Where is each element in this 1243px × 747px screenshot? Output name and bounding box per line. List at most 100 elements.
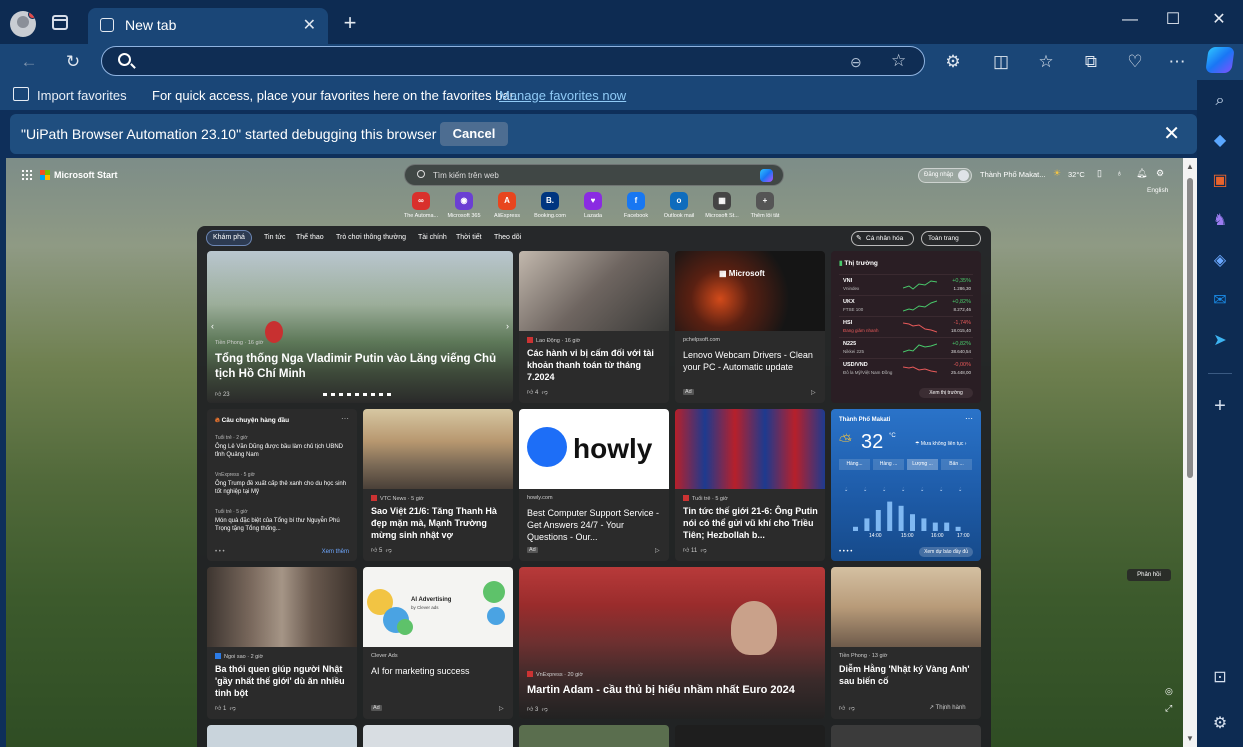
weather-tab[interactable]: Bản ...	[941, 459, 972, 470]
news-card[interactable]: Lao Động · 16 giờ Các hành vi bị cấm đối…	[519, 251, 669, 403]
market-row[interactable]: VNI Vnindex +0,35% 1.286,30	[839, 274, 973, 294]
page-settings-icon[interactable]: ⚙	[1156, 168, 1164, 179]
address-bar[interactable]: ⊖ ☆	[101, 46, 925, 76]
quick-link[interactable]: ◉ Microsoft 365	[441, 192, 487, 219]
see-markets-button[interactable]: Xem thị trường	[919, 388, 973, 398]
cancel-debugging-button[interactable]: Cancel	[440, 122, 508, 146]
ad-card[interactable]: ▦ Microsoft pchelpsoft.com Lenovo Webcam…	[675, 251, 825, 403]
quick-link[interactable]: f Facebook	[613, 192, 659, 219]
profile-avatar[interactable]	[10, 11, 36, 37]
scroll-thumb[interactable]	[1187, 178, 1193, 478]
add-sidebar-app-icon[interactable]: +	[1209, 395, 1231, 417]
tab-finance[interactable]: Tài chính	[418, 230, 447, 246]
carousel-prev-icon[interactable]: ‹	[211, 321, 214, 331]
more-menu-icon[interactable]: ⋯	[1165, 50, 1189, 74]
list-item[interactable]: Tuổi trẻ · 5 giờ Món quà đặc biệt của Tổn…	[215, 509, 349, 533]
games-icon[interactable]: ♞	[1209, 210, 1231, 232]
full-page-dropdown[interactable]: Toàn trang	[921, 231, 981, 246]
copilot-icon[interactable]	[1205, 47, 1235, 73]
featured-news-card[interactable]: VnExpress · 20 giờ Martin Adam - cầu thủ…	[519, 567, 825, 719]
import-icon[interactable]	[13, 87, 29, 101]
quick-link[interactable]: ♥ Lazada	[570, 192, 616, 219]
like-count[interactable]: 👍︎ 11 👎︎	[683, 546, 707, 554]
extensions-icon[interactable]: ⚙	[941, 50, 965, 74]
news-card[interactable]	[831, 725, 981, 747]
list-item[interactable]: Tuổi trẻ · 2 giờ Ông Lê Văn Dũng được bầu…	[215, 435, 349, 459]
tab-following[interactable]: Theo dõi	[494, 230, 521, 246]
camera-icon[interactable]: ◎	[1165, 686, 1173, 697]
market-row[interactable]: UKX FTSE 100 +0,82% 8.272,46	[839, 295, 973, 315]
search-icon[interactable]: ⌕	[1209, 90, 1231, 112]
new-tab-button[interactable]: +	[340, 10, 360, 36]
copilot-icon[interactable]	[760, 169, 773, 182]
favorite-star-icon[interactable]: ☆	[891, 51, 906, 71]
sidebar-settings-icon[interactable]: ⚙	[1209, 713, 1231, 735]
news-card[interactable]	[207, 725, 357, 747]
like-count[interactable]: 👍︎ 3 👎︎	[527, 705, 548, 713]
carousel-next-icon[interactable]: ›	[506, 321, 509, 331]
signin-button[interactable]: Đăng nhập	[918, 168, 972, 183]
shopping-tag-icon[interactable]: ◆	[1209, 130, 1231, 152]
tools-icon[interactable]: ▣	[1209, 170, 1231, 192]
like-count[interactable]: 👍︎ 23	[215, 390, 230, 398]
weather-condition[interactable]: ☂ Mưa không liên tục ›	[915, 441, 966, 447]
close-infobar-icon[interactable]: ✕	[1163, 121, 1180, 146]
outlook-icon[interactable]: ✉	[1209, 290, 1231, 312]
personalize-button[interactable]: Cá nhân hóa	[851, 231, 914, 246]
weather-tab[interactable]: Lượng ...	[907, 459, 938, 470]
more-options-icon[interactable]: ⋯	[965, 414, 973, 423]
web-search-box[interactable]: Tìm kiếm trên web	[404, 164, 784, 186]
minimize-button[interactable]: —	[1118, 8, 1142, 32]
app-launcher-icon[interactable]	[21, 169, 33, 181]
notifications-bell-icon[interactable]: 🔔︎	[1136, 168, 1147, 179]
import-favorites-button[interactable]: Import favorites	[37, 88, 127, 103]
full-forecast-button[interactable]: Xem dự báo đầy đủ	[919, 547, 973, 557]
news-card[interactable]	[519, 725, 669, 747]
pager-dots[interactable]: • • •	[215, 549, 225, 555]
quick-link[interactable]: ∞ The Automa...	[398, 192, 444, 219]
refresh-icon[interactable]: ↻	[61, 50, 85, 74]
microsoft365-icon[interactable]: ◈	[1209, 250, 1231, 272]
like-count[interactable]: 👍︎ 4 👎︎	[527, 388, 548, 396]
news-card[interactable]: Tiền Phong · 13 giờ Diễm Hằng 'Nhật ký V…	[831, 567, 981, 719]
weather-widget[interactable]: Thành Phố Makati ⋯ ⛅︎ 32 °C ☂ Mưa không …	[831, 409, 981, 561]
ms-start-brand[interactable]: Microsoft Start	[54, 170, 118, 180]
zoom-icon[interactable]: ⊖	[850, 54, 862, 71]
quick-link[interactable]: A AliExpress	[484, 192, 530, 219]
header-temperature[interactable]: 32°C	[1068, 170, 1085, 179]
news-card[interactable]: Tuổi trẻ · 5 giờ Tin tức thế giới 21-6: …	[675, 409, 825, 561]
add-shortcut-button[interactable]: + Thêm lối tắt	[742, 192, 788, 219]
language-link[interactable]: English	[1147, 187, 1168, 194]
adchoices-icon[interactable]: ▷	[811, 389, 816, 396]
news-card[interactable]	[363, 725, 513, 747]
feedback-button[interactable]: Phản hồi	[1127, 569, 1171, 581]
news-card[interactable]: Ngoi sao · 2 giờ Ba thói quen giúp người…	[207, 567, 357, 719]
back-icon[interactable]: ←	[17, 50, 41, 74]
like-count[interactable]: 👍︎ 5 👎︎	[371, 546, 392, 554]
quick-link[interactable]: o Outlook mail	[656, 192, 702, 219]
tab-discover[interactable]: Khám phá	[206, 230, 252, 246]
expand-icon[interactable]: ⤢	[1165, 703, 1172, 714]
page-scrollbar[interactable]: ▲ ▼	[1183, 158, 1197, 747]
quick-link[interactable]: ▦ Microsoft St...	[699, 192, 745, 219]
news-card[interactable]	[675, 725, 825, 747]
rewards-icon[interactable]: ♁	[1116, 168, 1123, 178]
list-item[interactable]: VnExpress · 5 giờ Ông Trump đề xuất cấp t…	[215, 472, 349, 496]
market-row[interactable]: HSI Đang giảm nhanh -1,74% 18.015,40	[839, 316, 973, 336]
ad-card[interactable]: howly howly.com Best Computer Support Se…	[519, 409, 669, 561]
scroll-down-icon[interactable]: ▼	[1186, 734, 1194, 743]
close-window-button[interactable]: ✕	[1207, 8, 1231, 32]
collections-icon[interactable]: ⧉	[1079, 50, 1103, 74]
tab-weather[interactable]: Thời tiết	[456, 230, 482, 246]
news-card[interactable]: VTC News · 5 giờ Sao Việt 21/6: Tăng Tha…	[363, 409, 513, 561]
hero-news-card[interactable]: Tiền Phong · 16 giờ Tổng thống Nga Vladi…	[207, 251, 513, 403]
see-more-link[interactable]: Xem thêm	[322, 549, 349, 555]
adchoices-icon[interactable]: ▷	[499, 705, 504, 712]
weather-tab[interactable]: Hàng ...	[873, 459, 904, 470]
scroll-up-icon[interactable]: ▲	[1186, 162, 1194, 171]
browser-essentials-icon[interactable]: ♡	[1123, 50, 1147, 74]
maximize-button[interactable]: ☐	[1161, 8, 1185, 32]
hide-sidebar-icon[interactable]: ⊡	[1209, 667, 1231, 689]
like-count[interactable]: 👍︎ 1 👎︎	[215, 704, 236, 712]
close-tab-icon[interactable]: ✕	[303, 15, 316, 35]
